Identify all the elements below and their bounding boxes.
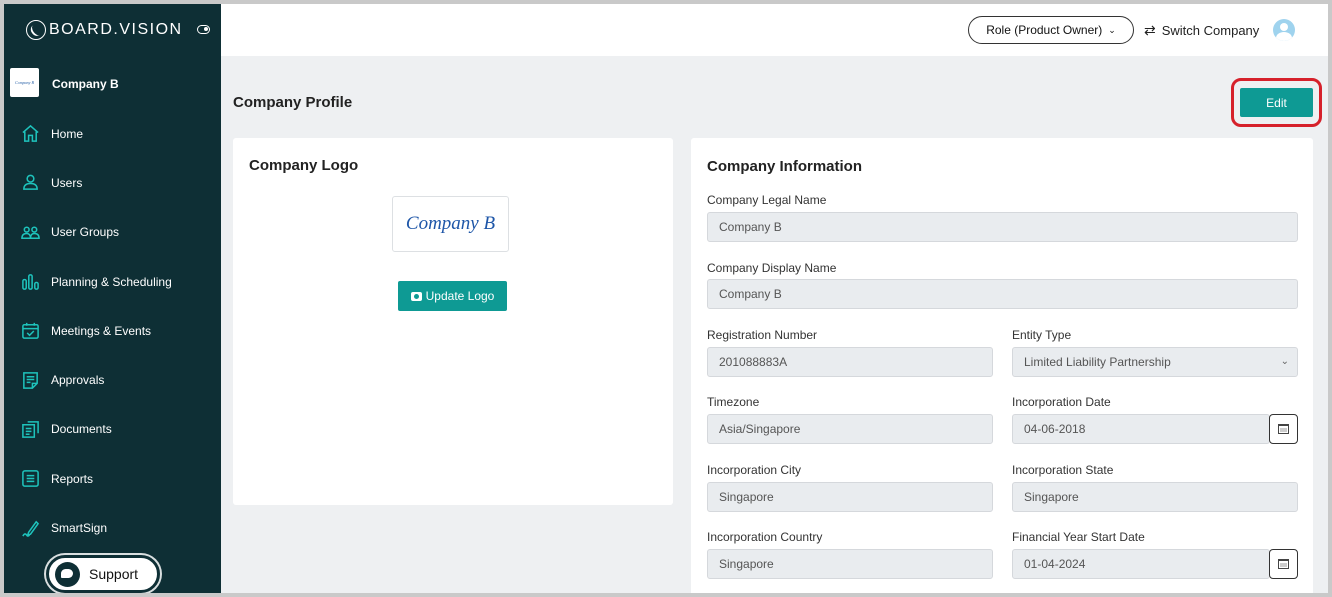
sidebar-item-planning[interactable]: Planning & Scheduling: [4, 257, 221, 306]
calendar-check-icon: [20, 321, 40, 341]
incorporation-city-label: Incorporation City: [707, 463, 802, 477]
sidebar-item-documents[interactable]: Documents: [4, 405, 221, 454]
bar-chart-icon: [20, 272, 40, 292]
calendar-button[interactable]: [1269, 549, 1298, 579]
company-info-card: Company Information Company Legal Name C…: [691, 138, 1313, 593]
incorporation-date-label: Incorporation Date: [1012, 395, 1111, 409]
brand-name: BOARD.VISION: [49, 21, 183, 38]
legal-name-label: Company Legal Name: [707, 193, 827, 207]
update-logo-label: Update Logo: [425, 289, 495, 303]
company-selector[interactable]: Company B Company B: [10, 68, 119, 104]
fy-start-date-field[interactable]: 01-04-2024: [1012, 549, 1270, 579]
chat-icon: [55, 561, 80, 587]
calendar-button[interactable]: [1269, 414, 1298, 444]
sidebar-item-label: Planning & Scheduling: [51, 274, 172, 289]
sidebar-item-label: SmartSign: [51, 521, 108, 536]
camera-icon: [410, 291, 422, 301]
switch-company-button[interactable]: ⇄ Switch Company: [1144, 22, 1259, 39]
update-logo-button[interactable]: Update Logo: [398, 281, 507, 311]
edit-button[interactable]: Edit: [1240, 88, 1313, 117]
chevron-down-icon: ⌄: [1280, 356, 1289, 367]
info-card-title: Company Information: [707, 158, 863, 175]
brand[interactable]: BOARD.VISION: [4, 4, 221, 56]
role-dropdown[interactable]: Role (Product Owner) ⌄: [968, 16, 1134, 44]
chevron-down-icon: ⌄: [1108, 24, 1116, 35]
user-icon: [20, 173, 40, 193]
registration-number-field[interactable]: 201088883A: [707, 347, 993, 377]
timezone-field[interactable]: Asia/Singapore: [707, 414, 993, 444]
entity-type-value: Limited Liability Partnership: [1024, 355, 1171, 369]
support-button[interactable]: Support: [46, 555, 160, 593]
sidebar-item-users[interactable]: Users: [4, 158, 221, 207]
sidebar-item-label: Home: [51, 126, 84, 141]
sidebar-item-label: Approvals: [51, 373, 105, 388]
timezone-label: Timezone: [707, 395, 760, 409]
support-label: Support: [89, 566, 139, 582]
entity-type-label: Entity Type: [1012, 328, 1072, 342]
incorporation-city-field[interactable]: Singapore: [707, 482, 993, 512]
sidebar-item-approvals[interactable]: Approvals: [4, 355, 221, 404]
entity-type-select[interactable]: Limited Liability Partnership ⌄: [1012, 347, 1298, 377]
registration-number-label: Registration Number: [707, 328, 818, 342]
sidebar-item-label: Documents: [51, 422, 112, 437]
sidebar-item-smartsign[interactable]: SmartSign: [4, 503, 221, 552]
sidebar-item-label: User Groups: [51, 225, 120, 240]
display-name-label: Company Display Name: [707, 261, 837, 275]
document-icon: [20, 370, 40, 390]
report-icon: [20, 469, 40, 489]
app-frame: BOARD.VISION Company B Company B Home Us…: [4, 4, 1328, 593]
incorporation-date-field[interactable]: 04-06-2018: [1012, 414, 1270, 444]
sidebar-item-reports[interactable]: Reports: [4, 454, 221, 503]
incorporation-country-field[interactable]: Singapore: [707, 549, 993, 579]
pen-icon: [20, 518, 40, 538]
sidebar-item-meetings[interactable]: Meetings & Events: [4, 306, 221, 355]
sidebar-item-label: Users: [51, 175, 83, 190]
fy-start-date-label: Financial Year Start Date: [1012, 530, 1145, 544]
legal-name-field[interactable]: Company B: [707, 212, 1298, 242]
page-title: Company Profile: [233, 94, 353, 111]
sidebar-item-home[interactable]: Home: [4, 109, 221, 158]
company-thumb: Company B: [10, 68, 39, 97]
sidebar-item-label: Reports: [51, 471, 94, 486]
sidebar-toggle-icon[interactable]: [197, 25, 210, 34]
brand-logo-icon: [26, 20, 46, 40]
sidebar-item-user-groups[interactable]: User Groups: [4, 208, 221, 257]
incorporation-state-field[interactable]: Singapore: [1012, 482, 1298, 512]
calendar-icon: [1278, 424, 1289, 434]
sidebar-item-label: Meetings & Events: [51, 323, 152, 338]
calendar-icon: [1278, 559, 1289, 569]
company-logo-card: Company Logo Company B Update Logo: [233, 138, 673, 505]
sidebar-nav: Home Users User Groups Planning & Schedu…: [4, 109, 221, 553]
role-label: Role (Product Owner): [986, 23, 1103, 37]
display-name-field[interactable]: Company B: [707, 279, 1298, 309]
documents-icon: [20, 419, 40, 439]
home-icon: [20, 124, 40, 144]
company-name: Company B: [52, 77, 119, 91]
sidebar: BOARD.VISION Company B Company B Home Us…: [4, 4, 221, 593]
user-group-icon: [20, 222, 40, 242]
swap-icon: ⇄: [1144, 22, 1156, 38]
incorporation-state-label: Incorporation State: [1012, 463, 1114, 477]
company-logo: Company B: [392, 196, 509, 252]
top-bar: Role (Product Owner) ⌄ ⇄ Switch Company: [221, 4, 1328, 56]
incorporation-country-label: Incorporation Country: [707, 530, 823, 544]
logo-card-title: Company Logo: [249, 157, 359, 174]
avatar[interactable]: [1273, 19, 1295, 41]
switch-company-label: Switch Company: [1161, 23, 1260, 38]
